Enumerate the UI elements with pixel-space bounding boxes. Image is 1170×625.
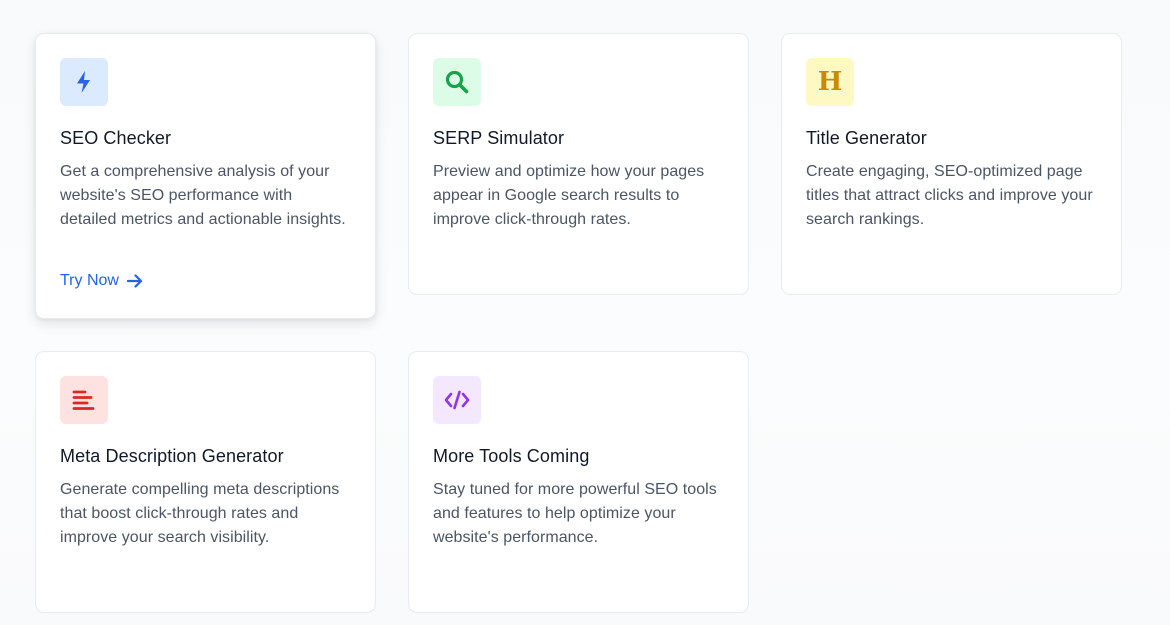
tool-card-title-generator[interactable]: H Title Generator Create engaging, SEO-o… — [781, 33, 1122, 295]
card-title: More Tools Coming — [433, 446, 590, 466]
try-now-label: Try Now — [60, 272, 119, 289]
card-title: Meta Description Generator — [60, 446, 284, 466]
card-description: Preview and optimize how your pages appe… — [433, 163, 705, 228]
tool-card-serp-simulator[interactable]: SERP Simulator Preview and optimize how … — [408, 33, 749, 295]
align-left-icon — [72, 390, 95, 410]
try-now-link[interactable]: Try Now — [60, 272, 143, 290]
code-icon — [444, 390, 470, 410]
heading-icon: H — [817, 67, 843, 97]
card-description: Get a comprehensive analysis of your web… — [60, 163, 346, 228]
arrow-right-icon — [126, 274, 143, 288]
search-icon — [445, 70, 469, 94]
card-title: SERP Simulator — [433, 128, 565, 148]
lightning-icon — [77, 71, 90, 93]
code-icon-box — [433, 376, 481, 424]
tools-grid: SEO Checker Get a comprehensive analysis… — [35, 33, 1122, 613]
card-title: SEO Checker — [60, 128, 172, 148]
tool-card-more-tools-coming: More Tools Coming Stay tuned for more po… — [408, 351, 749, 613]
tool-card-meta-description-generator[interactable]: Meta Description Generator Generate comp… — [35, 351, 376, 613]
align-left-icon-box — [60, 376, 108, 424]
heading-icon-box: H — [806, 58, 854, 106]
card-title: Title Generator — [806, 128, 927, 148]
lightning-icon-box — [60, 58, 108, 106]
tool-card-seo-checker[interactable]: SEO Checker Get a comprehensive analysis… — [35, 33, 376, 319]
card-description: Generate compelling meta descriptions th… — [60, 481, 340, 546]
card-description: Create engaging, SEO-optimized page titl… — [806, 163, 1093, 228]
card-description: Stay tuned for more powerful SEO tools a… — [433, 481, 717, 546]
search-icon-box — [433, 58, 481, 106]
